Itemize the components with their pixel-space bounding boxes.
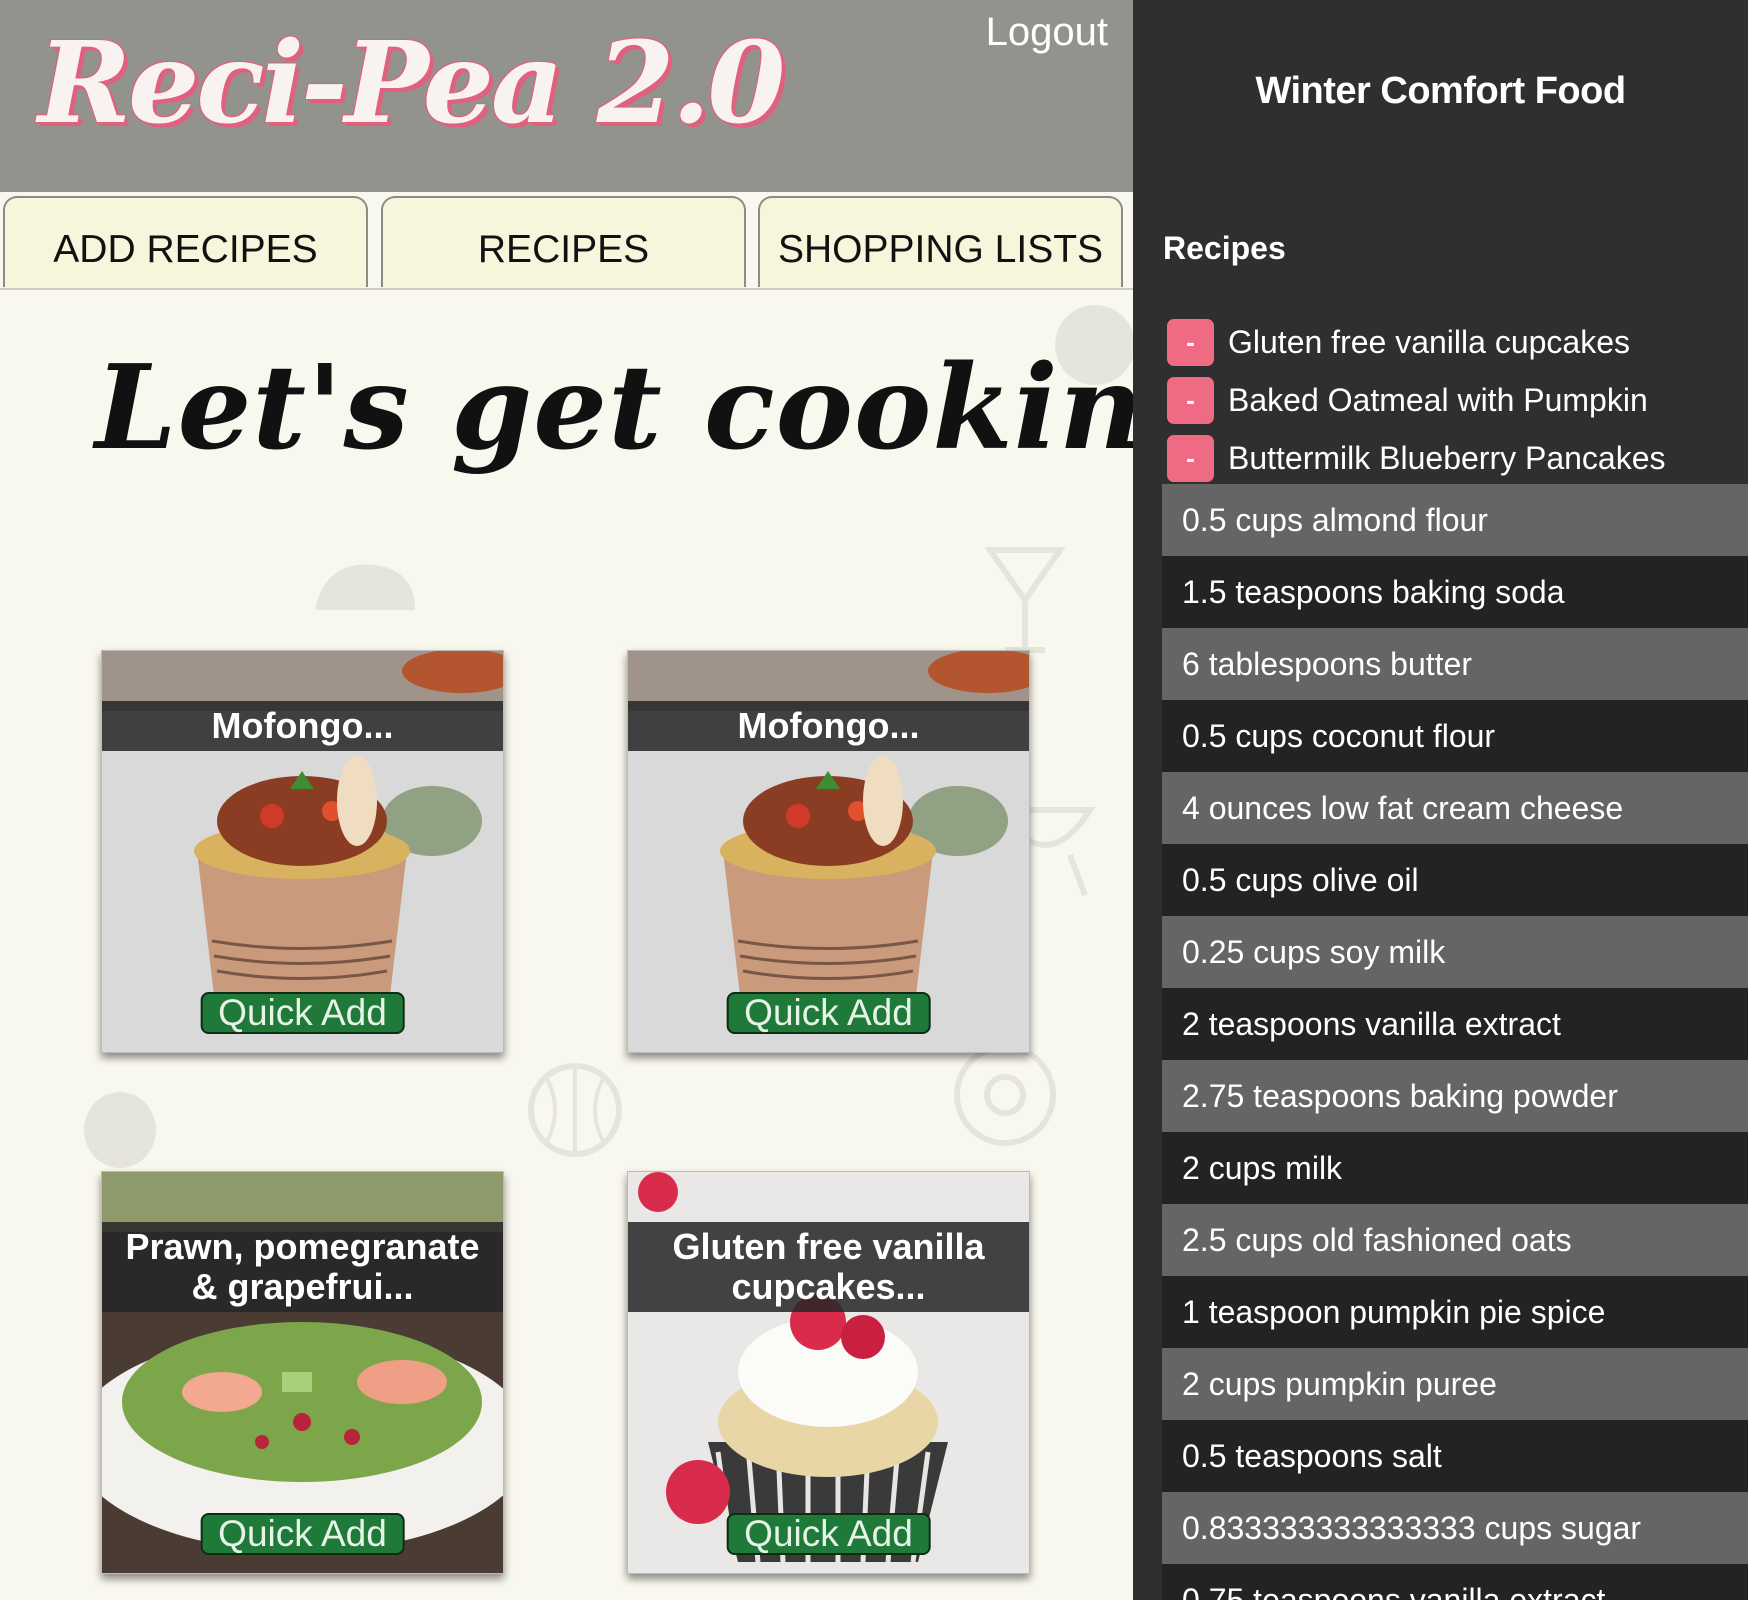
remove-recipe-button[interactable]: - bbox=[1167, 434, 1214, 482]
tab-shopping-lists[interactable]: SHOPPING LISTS bbox=[758, 196, 1123, 287]
ingredient-row: 2.5 cups old fashioned oats bbox=[1162, 1204, 1748, 1276]
ingredient-row: 0.75 teaspoons vanilla extract bbox=[1162, 1564, 1748, 1600]
ingredient-row: 2 cups pumpkin puree bbox=[1162, 1348, 1748, 1420]
remove-recipe-button[interactable]: - bbox=[1167, 376, 1214, 424]
quick-add-button[interactable]: Quick Add bbox=[200, 992, 405, 1034]
cocktail-doodle-icon bbox=[985, 547, 1065, 653]
ingredient-list: 0.5 cups almond flour 1.5 teaspoons baki… bbox=[1162, 484, 1748, 1600]
recipe-card[interactable]: Mofongo... Quick Add bbox=[101, 650, 504, 1053]
recipe-name: Buttermilk Blueberry Pancakes bbox=[1228, 439, 1666, 476]
app-logo: Reci-Pea 2.0 bbox=[38, 18, 785, 149]
ingredient-row: 1.5 teaspoons baking soda bbox=[1162, 556, 1748, 628]
list-item: - Buttermilk Blueberry Pancakes bbox=[1167, 429, 1737, 487]
quick-add-button[interactable]: Quick Add bbox=[726, 1513, 931, 1555]
main-panel: Reci-Pea 2.0 Logout ADD RECIPES RECIPES … bbox=[0, 0, 1133, 1600]
watermelon-doodle-icon bbox=[528, 1063, 622, 1157]
recipes-section-label: Recipes bbox=[1163, 230, 1286, 266]
tabs-divider bbox=[0, 288, 1133, 290]
recipe-card-title: Mofongo... bbox=[628, 701, 1029, 751]
donut-doodle-icon bbox=[954, 1044, 1056, 1146]
list-item: - Gluten free vanilla cupcakes bbox=[1167, 313, 1737, 371]
list-item: - Baked Oatmeal with Pumpkin bbox=[1167, 371, 1737, 429]
recipe-card[interactable]: Prawn, pomegranate & grapefrui... Quick … bbox=[101, 1171, 504, 1574]
ingredient-row: 2 cups milk bbox=[1162, 1132, 1748, 1204]
ingredient-row: 0.5 cups almond flour bbox=[1162, 484, 1748, 556]
ingredient-row: 2 teaspoons vanilla extract bbox=[1162, 988, 1748, 1060]
sidebar-recipe-list: - Gluten free vanilla cupcakes - Baked O… bbox=[1167, 313, 1737, 487]
recipe-card[interactable]: Gluten free vanilla cupcakes... Quick Ad… bbox=[627, 1171, 1030, 1574]
recipe-name: Baked Oatmeal with Pumpkin bbox=[1228, 381, 1648, 418]
ingredient-row: 1 teaspoon pumpkin pie spice bbox=[1162, 1276, 1748, 1348]
ingredient-row: 6 tablespoons butter bbox=[1162, 628, 1748, 700]
recipe-card[interactable]: Mofongo... Quick Add bbox=[627, 650, 1030, 1053]
page-heading: Let's get cooking! bbox=[95, 340, 1133, 476]
recipe-card-title: Prawn, pomegranate & grapefrui... bbox=[102, 1222, 503, 1312]
shopping-list-sidebar: Winter Comfort Food Recipes - Gluten fre… bbox=[1133, 0, 1748, 1600]
ingredient-row: 0.25 cups soy milk bbox=[1162, 916, 1748, 988]
recipe-name: Gluten free vanilla cupcakes bbox=[1228, 323, 1630, 360]
shopping-list-title: Winter Comfort Food bbox=[1255, 70, 1626, 112]
quick-add-button[interactable]: Quick Add bbox=[200, 1513, 405, 1555]
recipe-card-title: Gluten free vanilla cupcakes... bbox=[628, 1222, 1029, 1312]
ingredient-row: 0.5 teaspoons salt bbox=[1162, 1420, 1748, 1492]
ingredient-row: 0.5 cups olive oil bbox=[1162, 844, 1748, 916]
ingredient-row: 2.75 teaspoons baking powder bbox=[1162, 1060, 1748, 1132]
tab-add-recipes[interactable]: ADD RECIPES bbox=[3, 196, 368, 287]
ingredient-row: 0.833333333333333 cups sugar bbox=[1162, 1492, 1748, 1564]
ingredient-row: 4 ounces low fat cream cheese bbox=[1162, 772, 1748, 844]
header-bar: Reci-Pea 2.0 Logout bbox=[0, 0, 1133, 192]
remove-recipe-button[interactable]: - bbox=[1167, 318, 1214, 366]
recipe-card-title: Mofongo... bbox=[102, 701, 503, 751]
nav-tabs: ADD RECIPES RECIPES SHOPPING LISTS bbox=[0, 196, 1133, 289]
logout-link[interactable]: Logout bbox=[986, 10, 1108, 55]
turkey-doodle-icon bbox=[315, 564, 415, 610]
ingredient-row: 0.5 cups coconut flour bbox=[1162, 700, 1748, 772]
tab-recipes[interactable]: RECIPES bbox=[381, 196, 746, 287]
pineapple-doodle-icon bbox=[84, 1092, 156, 1168]
quick-add-button[interactable]: Quick Add bbox=[726, 992, 931, 1034]
